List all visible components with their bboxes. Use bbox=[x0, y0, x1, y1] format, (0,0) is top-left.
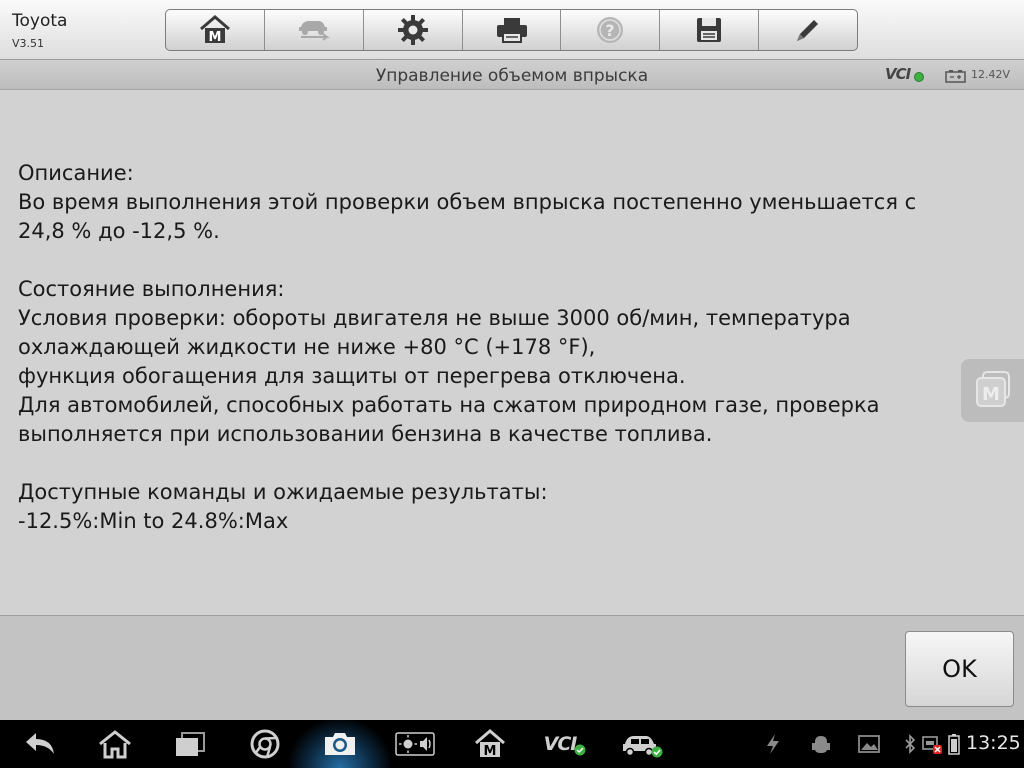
text-line: функция обогащения для защиты от перегре… bbox=[18, 364, 686, 388]
text-line: охлаждающей жидкости не ниже +80 °C (+17… bbox=[18, 335, 596, 359]
car-check-icon bbox=[623, 736, 663, 758]
bluetooth-status bbox=[900, 720, 920, 768]
section-heading-commands: Доступные команды и ожидаемые результаты… bbox=[18, 480, 548, 504]
settings-button[interactable] bbox=[364, 10, 463, 50]
print-button[interactable] bbox=[463, 10, 562, 50]
debug-status bbox=[808, 720, 834, 768]
device-battery-icon bbox=[948, 734, 960, 755]
recent-apps-icon bbox=[176, 732, 205, 756]
text-line: выполняется при использовании бензина в … bbox=[18, 422, 713, 446]
vci-check-icon bbox=[574, 744, 586, 756]
description-text: Описание: Во время выполнения этой прове… bbox=[18, 159, 1008, 536]
app-title: Toyota bbox=[12, 11, 68, 31]
main-toolbar: M ? bbox=[165, 9, 858, 51]
save-floppy-icon bbox=[695, 16, 723, 44]
app-version: V3.51 bbox=[12, 37, 45, 50]
chrome-app[interactable] bbox=[243, 720, 287, 768]
svg-text:M: M bbox=[982, 384, 1000, 405]
image-icon bbox=[858, 735, 880, 753]
system-nav-bar: M VCI 13:25 bbox=[0, 720, 1024, 768]
ok-button[interactable]: OK bbox=[905, 631, 1014, 707]
vehicle-connect-app[interactable] bbox=[618, 720, 666, 768]
vehicle-swap-button[interactable] bbox=[265, 10, 364, 50]
battery-status bbox=[944, 720, 964, 768]
text-line: -12.5%:Min to 24.8%:Max bbox=[18, 509, 289, 533]
android-bug-icon bbox=[812, 736, 830, 753]
text-line: Для автомобилей, способных работать на с… bbox=[18, 393, 880, 417]
text-line: Во время выполнения этой проверки объем … bbox=[18, 190, 917, 214]
maxisys-home-icon: M bbox=[475, 729, 505, 759]
help-button[interactable]: ? bbox=[561, 10, 661, 50]
vci-status-label: VCI bbox=[885, 65, 911, 83]
power-status bbox=[760, 720, 786, 768]
floating-m-icon: M bbox=[973, 370, 1013, 412]
settings-gear-icon bbox=[397, 14, 429, 46]
camera-app[interactable] bbox=[318, 720, 362, 768]
network-status bbox=[920, 720, 944, 768]
edit-pencil-icon bbox=[793, 15, 823, 45]
battery-icon bbox=[945, 70, 966, 83]
content-area: Описание: Во время выполнения этой прове… bbox=[0, 91, 1024, 615]
home-nav-button[interactable] bbox=[93, 720, 137, 768]
recent-apps-button[interactable] bbox=[168, 720, 212, 768]
battery-voltage: 12.42V bbox=[971, 68, 1011, 81]
title-strip: Управление объемом впрыска VCI 12.42V bbox=[0, 61, 1024, 90]
vci-connected-icon bbox=[914, 72, 924, 82]
edit-button[interactable] bbox=[759, 10, 857, 50]
system-clock: 13:25 bbox=[966, 732, 1021, 754]
bluetooth-icon bbox=[905, 734, 916, 754]
home-icon: M bbox=[198, 15, 232, 45]
vci-nav-label: VCI bbox=[543, 733, 578, 755]
maxisys-app[interactable]: M bbox=[468, 720, 512, 768]
top-bar: Toyota V3.51 M ? bbox=[0, 0, 1024, 60]
floating-menu-button[interactable]: M bbox=[961, 359, 1024, 422]
home-button[interactable]: M bbox=[166, 10, 265, 50]
action-bar: OK bbox=[0, 615, 1024, 720]
vehicle-swap-icon bbox=[295, 15, 333, 45]
save-button[interactable] bbox=[660, 10, 760, 50]
home-nav-icon bbox=[99, 730, 131, 759]
back-button[interactable] bbox=[18, 720, 62, 768]
text-line: 24,8 % до -12,5 %. bbox=[18, 219, 220, 243]
camera-icon bbox=[325, 733, 355, 755]
svg-text:M: M bbox=[484, 744, 497, 759]
vci-manager-app[interactable]: VCI bbox=[538, 720, 592, 768]
display-sound-settings[interactable] bbox=[393, 720, 437, 768]
ethernet-disconnected-icon bbox=[922, 736, 942, 754]
svg-text:M: M bbox=[208, 30, 221, 45]
section-heading-description: Описание: bbox=[18, 161, 134, 185]
svg-text:?: ? bbox=[606, 21, 615, 40]
section-heading-status: Состояние выполнения: bbox=[18, 277, 285, 301]
chrome-icon bbox=[250, 729, 280, 759]
back-arrow-icon bbox=[26, 733, 54, 754]
screen-title: Управление объемом впрыска bbox=[375, 66, 649, 86]
help-icon: ? bbox=[595, 15, 625, 45]
brightness-volume-icon bbox=[395, 732, 435, 756]
printer-icon bbox=[495, 16, 529, 44]
lightning-icon bbox=[767, 734, 779, 754]
gallery-status bbox=[856, 720, 882, 768]
text-line: Условия проверки: обороты двигателя не в… bbox=[18, 306, 851, 330]
